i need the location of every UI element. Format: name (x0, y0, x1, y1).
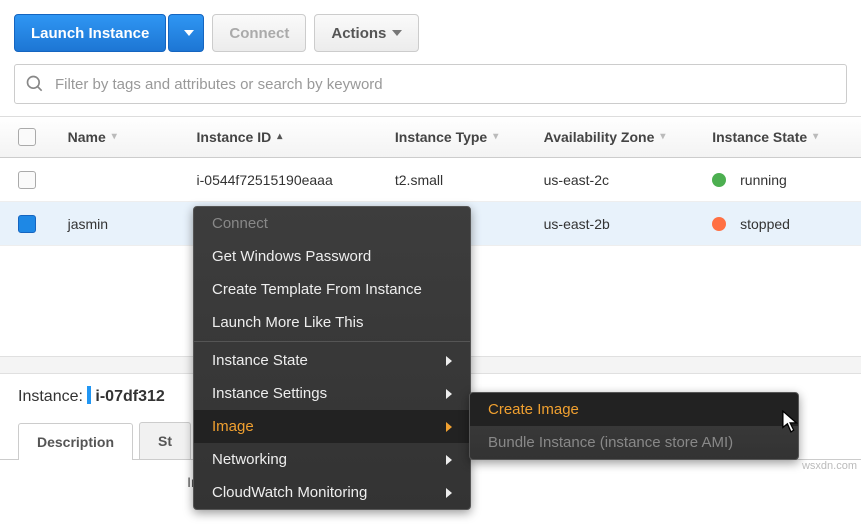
launch-instance-label: Launch Instance (31, 25, 149, 42)
sort-icon: ▾ (493, 133, 498, 141)
select-all-cell (18, 128, 68, 146)
ctx-label: Launch More Like This (212, 314, 363, 331)
ctx-label: Instance State (212, 352, 308, 369)
cell-availability-zone: us-east-2c (544, 172, 713, 188)
status-running-icon (712, 173, 726, 187)
chevron-right-icon (446, 389, 452, 399)
ctx-label: Connect (212, 215, 268, 232)
sort-icon: ▾ (813, 133, 818, 141)
status-stopped-icon (712, 217, 726, 231)
column-header-az-label: Availability Zone (544, 129, 655, 145)
row-checkbox[interactable] (18, 215, 36, 233)
ctx-label: Networking (212, 451, 287, 468)
table-header: Name ▾ Instance ID ▴ Instance Type ▾ Ava… (0, 116, 861, 158)
row-checkbox[interactable] (18, 171, 36, 189)
toolbar: Launch Instance Connect Actions (0, 0, 861, 64)
actions-button[interactable]: Actions (314, 14, 419, 52)
search-wrap (0, 64, 861, 116)
context-menu: Connect Get Windows Password Create Temp… (193, 206, 471, 510)
ctx-label: Image (212, 418, 254, 435)
cell-instance-id: i-0544f72515190eaaa (197, 172, 395, 188)
tab-description[interactable]: Description (18, 423, 133, 460)
ctx-label: Instance Settings (212, 385, 327, 402)
chevron-right-icon (446, 356, 452, 366)
ctx-launch-more-like-this[interactable]: Launch More Like This (194, 306, 470, 339)
search-input[interactable] (53, 75, 836, 94)
state-label: stopped (740, 216, 790, 232)
ctx-separator (194, 341, 470, 342)
cell-name: jasmin (68, 216, 197, 232)
detail-instance-id: i-07df312 (95, 388, 164, 405)
column-header-name-label: Name (68, 129, 106, 145)
ctx-instance-state[interactable]: Instance State (194, 344, 470, 377)
caret-down-icon (392, 30, 402, 36)
ctx-create-template[interactable]: Create Template From Instance (194, 273, 470, 306)
state-label: running (740, 172, 787, 188)
cell-instance-type: t2.small (395, 172, 544, 188)
sort-icon: ▾ (112, 133, 117, 141)
tab-partial-1[interactable]: St (139, 422, 191, 459)
subctx-label: Create Image (488, 401, 579, 418)
column-header-instance-id-label: Instance ID (197, 129, 272, 145)
table-row[interactable]: i-0544f72515190eaaa t2.small us-east-2c … (0, 158, 861, 202)
actions-label: Actions (331, 25, 386, 42)
sort-asc-icon: ▴ (277, 133, 282, 141)
chevron-right-icon (446, 422, 452, 432)
detail-prefix: Instance: (18, 388, 83, 405)
ctx-cloudwatch-monitoring[interactable]: CloudWatch Monitoring (194, 476, 470, 509)
column-header-instance-id[interactable]: Instance ID ▴ (197, 129, 395, 145)
subctx-create-image[interactable]: Create Image (470, 393, 798, 426)
connect-button[interactable]: Connect (212, 14, 306, 52)
ctx-get-windows-password[interactable]: Get Windows Password (194, 240, 470, 273)
cell-availability-zone: us-east-2b (544, 216, 713, 232)
column-header-availability-zone[interactable]: Availability Zone ▾ (544, 129, 713, 145)
ctx-label: Create Template From Instance (212, 281, 422, 298)
subctx-label: Bundle Instance (instance store AMI) (488, 434, 733, 451)
search-box[interactable] (14, 64, 847, 104)
column-header-instance-type-label: Instance Type (395, 129, 487, 145)
ctx-networking[interactable]: Networking (194, 443, 470, 476)
column-header-name[interactable]: Name ▾ (68, 129, 197, 145)
select-all-checkbox[interactable] (18, 128, 36, 146)
watermark: wsxdn.com (802, 460, 857, 472)
cell-instance-state: running (712, 172, 861, 188)
column-header-instance-type[interactable]: Instance Type ▾ (395, 129, 544, 145)
chevron-right-icon (446, 488, 452, 498)
launch-instance-dropdown-button[interactable] (168, 14, 204, 52)
column-header-state-label: Instance State (712, 129, 807, 145)
selection-bar (87, 386, 91, 404)
search-icon (25, 74, 45, 94)
ctx-image[interactable]: Image (194, 410, 470, 443)
cell-instance-state: stopped (712, 216, 861, 232)
ctx-connect: Connect (194, 207, 470, 240)
launch-instance-button[interactable]: Launch Instance (14, 14, 166, 52)
connect-label: Connect (229, 25, 289, 42)
context-submenu-image: Create Image Bundle Instance (instance s… (469, 392, 799, 460)
column-header-instance-state[interactable]: Instance State ▾ (712, 129, 861, 145)
chevron-right-icon (446, 455, 452, 465)
ctx-label: CloudWatch Monitoring (212, 484, 367, 501)
caret-down-icon (184, 30, 194, 36)
ctx-label: Get Windows Password (212, 248, 371, 265)
sort-icon: ▾ (660, 133, 665, 141)
subctx-bundle-instance: Bundle Instance (instance store AMI) (470, 426, 798, 459)
ctx-instance-settings[interactable]: Instance Settings (194, 377, 470, 410)
